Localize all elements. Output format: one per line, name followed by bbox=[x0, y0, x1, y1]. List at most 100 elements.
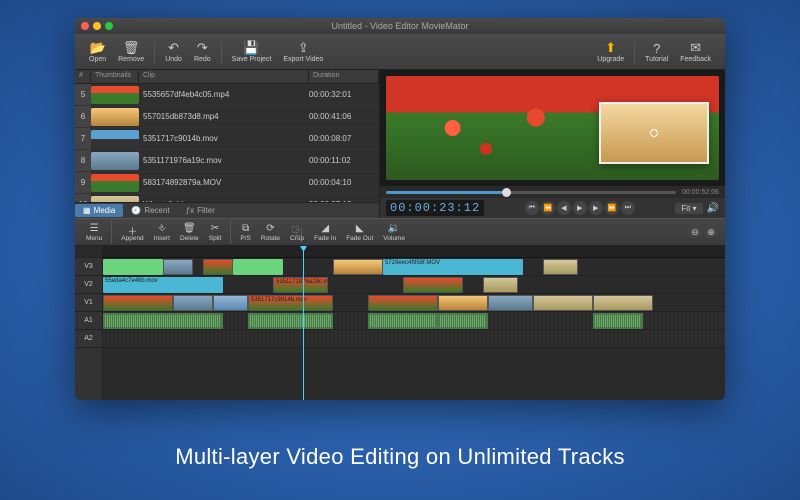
delete-button[interactable]: 🗑Delete bbox=[175, 223, 204, 242]
timeline-clip[interactable] bbox=[333, 259, 383, 275]
media-row[interactable]: 85351171976a19c.mov00:00:11:02 bbox=[75, 150, 379, 172]
timeline-clip[interactable] bbox=[438, 295, 488, 311]
fadein-button[interactable]: ◢Fade In bbox=[309, 223, 341, 242]
timeline-clip[interactable] bbox=[533, 295, 593, 311]
media-row[interactable]: 75351717c9014b.mov00:00:08:07 bbox=[75, 128, 379, 150]
insert-button[interactable]: ⎀Insert bbox=[149, 223, 175, 242]
undo-button[interactable]: ↶Undo bbox=[159, 40, 188, 63]
timeline-clip[interactable] bbox=[173, 295, 213, 311]
app-window: Untitled - Video Editor MovieMator 📂Open… bbox=[75, 18, 725, 400]
tab-filter[interactable]: ƒxFilter bbox=[178, 204, 223, 217]
timeline-clip[interactable]: 5351717c9014b.mov bbox=[248, 295, 333, 311]
track-v2[interactable]: 55eda4c7e46b.mov 5351171976a19c.mov bbox=[103, 276, 725, 294]
audio-clip[interactable] bbox=[438, 313, 488, 329]
menu-button[interactable]: ☰Menu bbox=[81, 223, 107, 242]
col-num[interactable]: # bbox=[75, 70, 91, 83]
rewind-button[interactable]: ⏪ bbox=[541, 201, 555, 215]
media-row[interactable]: 55535657df4eb4c05.mp400:00:32:01 bbox=[75, 84, 379, 106]
scrub-knob[interactable] bbox=[502, 188, 511, 197]
timeline-clip[interactable] bbox=[103, 259, 163, 275]
close-icon[interactable] bbox=[81, 22, 89, 30]
track-label-v3[interactable]: V3 bbox=[75, 258, 102, 276]
track-a1[interactable] bbox=[103, 312, 725, 330]
col-clip[interactable]: Clip bbox=[139, 70, 309, 83]
volume-button[interactable]: 🔉Volume bbox=[378, 223, 410, 242]
timeline-clip[interactable]: 55eda4c7e46b.mov bbox=[103, 277, 223, 293]
clip-duration: 00:00:08:07 bbox=[309, 134, 379, 143]
audio-clip[interactable] bbox=[593, 313, 643, 329]
separator bbox=[230, 220, 231, 244]
timeline-clip[interactable] bbox=[483, 277, 518, 293]
skip-start-button[interactable]: ⏮ bbox=[525, 201, 539, 215]
next-frame-button[interactable]: ▶ bbox=[589, 201, 603, 215]
timeline-clip[interactable] bbox=[368, 295, 438, 311]
prev-frame-button[interactable]: ◀ bbox=[557, 201, 571, 215]
preview-frame[interactable] bbox=[386, 76, 719, 180]
minimize-icon[interactable] bbox=[93, 22, 101, 30]
save-project-button[interactable]: 💾Save Project bbox=[226, 40, 278, 63]
zoom-fit-select[interactable]: Fit ▾ bbox=[675, 203, 702, 214]
track-v1[interactable]: 5351717c9014b.mov bbox=[103, 294, 725, 312]
scrub-bar[interactable] bbox=[386, 191, 676, 194]
play-button[interactable]: ▶ bbox=[573, 201, 587, 215]
timeline-clip[interactable] bbox=[163, 259, 193, 275]
rotate-button[interactable]: ⟳Rotate bbox=[256, 223, 285, 242]
timeline: V3 V2 V1 A1 A2 5729eec4f958f.MOV 55eda4c… bbox=[75, 246, 725, 400]
remove-button[interactable]: 🗑Remove bbox=[112, 40, 150, 63]
maximize-icon[interactable] bbox=[105, 22, 113, 30]
row-num: 10 bbox=[75, 194, 91, 202]
tab-media[interactable]: ▦Media bbox=[75, 204, 123, 217]
timeline-clip[interactable] bbox=[203, 259, 233, 275]
ps-button[interactable]: ⧉P/S bbox=[235, 223, 255, 242]
row-num: 9 bbox=[75, 172, 91, 193]
timeline-clip[interactable] bbox=[403, 277, 463, 293]
fadeout-button[interactable]: ◣Fade Out bbox=[341, 223, 378, 242]
media-header: # Thumbnails Clip Duration bbox=[75, 70, 379, 84]
time-ruler[interactable] bbox=[103, 246, 725, 258]
forward-button[interactable]: ⏩ bbox=[605, 201, 619, 215]
upgrade-button[interactable]: ⬆Upgrade bbox=[591, 40, 630, 63]
pip-overlay[interactable] bbox=[599, 102, 709, 164]
track-labels: V3 V2 V1 A1 A2 bbox=[75, 246, 103, 400]
skip-end-button[interactable]: ⏭ bbox=[621, 201, 635, 215]
append-button[interactable]: ＋Append bbox=[116, 223, 148, 242]
media-row[interactable]: 9583174892879a.MOV00:00:04:10 bbox=[75, 172, 379, 194]
playhead[interactable] bbox=[303, 246, 304, 400]
timeline-clip[interactable]: 5729eec4f958f.MOV bbox=[383, 259, 523, 275]
tutorial-button[interactable]: ?Tutorial bbox=[639, 40, 674, 63]
audio-clip[interactable] bbox=[103, 313, 223, 329]
timeline-clip[interactable] bbox=[103, 295, 173, 311]
track-label-a1[interactable]: A1 bbox=[75, 312, 102, 330]
split-button[interactable]: ✂Split bbox=[204, 223, 227, 242]
media-row[interactable]: 6557015db873d8.mp400:00:41:06 bbox=[75, 106, 379, 128]
tracks-area[interactable]: 5729eec4f958f.MOV 55eda4c7e46b.mov 53511… bbox=[103, 246, 725, 400]
timeline-clip[interactable] bbox=[213, 295, 248, 311]
track-label-a2[interactable]: A2 bbox=[75, 330, 102, 348]
track-label-v1[interactable]: V1 bbox=[75, 294, 102, 312]
crop-button[interactable]: ⿻Crop bbox=[285, 223, 309, 242]
upgrade-icon: ⬆ bbox=[605, 40, 616, 56]
zoom-out-button[interactable]: ⊖ bbox=[688, 225, 702, 239]
col-duration[interactable]: Duration bbox=[309, 70, 379, 83]
timeline-clip[interactable] bbox=[233, 259, 283, 275]
timeline-clip[interactable]: 5351171976a19c.mov bbox=[273, 277, 328, 293]
feedback-button[interactable]: ✉Feedback bbox=[674, 40, 717, 63]
timeline-clip[interactable] bbox=[593, 295, 653, 311]
tab-recent[interactable]: 🕘Recent bbox=[123, 204, 177, 217]
clip-duration: 00:00:04:10 bbox=[309, 178, 379, 187]
audio-clip[interactable] bbox=[368, 313, 438, 329]
track-label-v2[interactable]: V2 bbox=[75, 276, 102, 294]
volume-icon[interactable]: 🔊 bbox=[707, 203, 719, 214]
redo-button[interactable]: ↷Redo bbox=[188, 40, 217, 63]
zoom-in-button[interactable]: ⊕ bbox=[704, 225, 718, 239]
timeline-clip[interactable] bbox=[488, 295, 533, 311]
track-v3[interactable]: 5729eec4f958f.MOV bbox=[103, 258, 725, 276]
media-row[interactable]: 10Wheat field.mov00:00:27:13 bbox=[75, 194, 379, 202]
export-video-button[interactable]: ⇪Export Video bbox=[277, 40, 329, 63]
open-button[interactable]: 📂Open bbox=[83, 40, 112, 63]
audio-clip[interactable] bbox=[248, 313, 333, 329]
col-thumb[interactable]: Thumbnails bbox=[91, 70, 139, 83]
timeline-clip[interactable] bbox=[543, 259, 578, 275]
thumbnail bbox=[91, 174, 139, 192]
track-a2[interactable] bbox=[103, 330, 725, 348]
